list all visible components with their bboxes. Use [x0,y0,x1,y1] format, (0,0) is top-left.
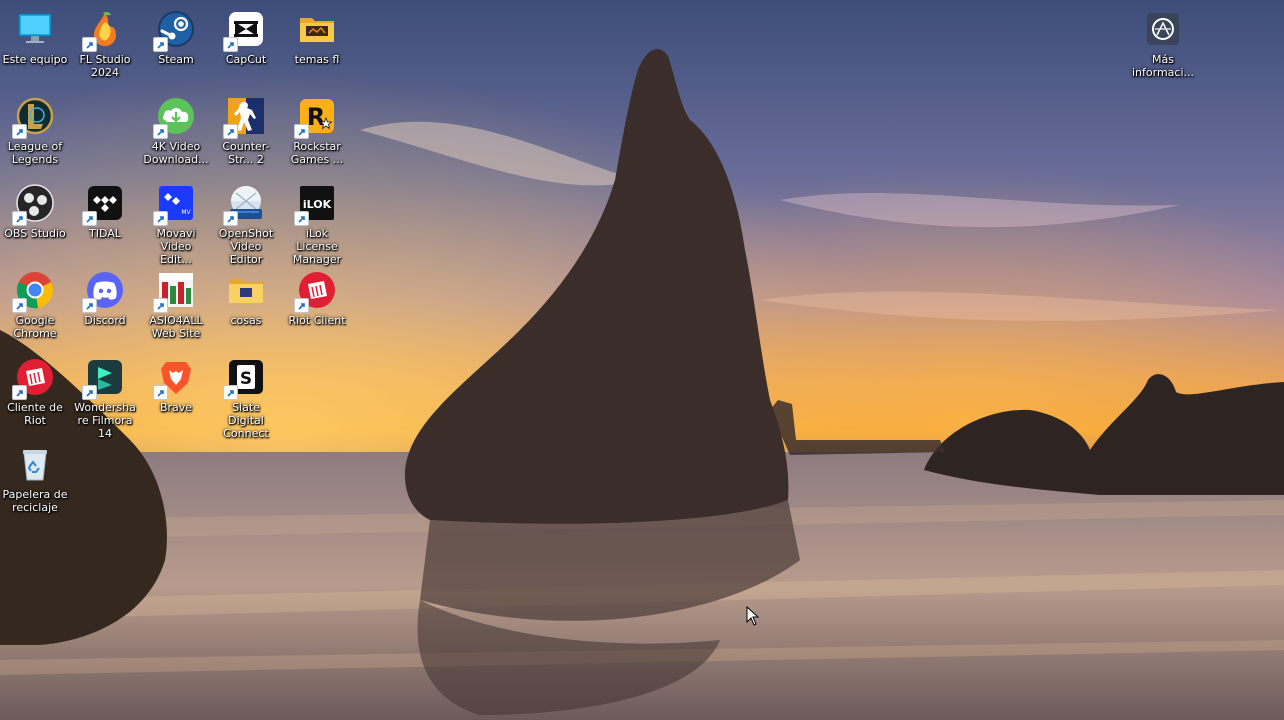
desktop-icon-label: 4K Video Download... [143,140,209,166]
shortcut-arrow-icon [223,211,238,226]
desktop-icon-folder-cosas[interactable]: cosas [213,269,279,327]
desktop-icon-capcut[interactable]: CapCut [213,8,279,66]
shortcut-arrow-icon [82,385,97,400]
shortcut-arrow-icon [82,298,97,313]
desktop-icon-league-of-legends[interactable]: League of Legends [2,95,68,166]
desktop-icon-label: Steam [158,53,194,66]
desktop-icon-google-chrome[interactable]: Google Chrome [2,269,68,340]
svg-text:iLOK: iLOK [303,198,332,211]
desktop-icon-folder-temas-fl[interactable]: temas fl [284,8,350,66]
shortcut-arrow-icon [12,211,27,226]
desktop-icon-rockstar-games[interactable]: R Rockstar Games ... [284,95,350,166]
camera-info-icon [1147,13,1179,45]
desktop-icon-label: Este equipo [2,53,68,66]
desktop-icon-riot-client[interactable]: Riot Client [284,269,350,327]
desktop-icon-label: Counter-Str... 2 [222,140,270,166]
shortcut-arrow-icon [153,124,168,139]
shortcut-arrow-icon [294,211,309,226]
desktop-icon-slate-digital-connect[interactable]: S Slate Digital Connect [213,356,279,440]
shortcut-arrow-icon [82,37,97,52]
shortcut-arrow-icon [223,385,238,400]
desktop-icon-brave[interactable]: Brave [143,356,209,414]
desktop-icon-discord[interactable]: Discord [72,269,138,327]
desktop-icon-label: Wondershare Filmora 14 [74,401,136,440]
desktop-icon-label: Cliente de Riot [7,401,63,427]
folder-icon [229,279,263,303]
computer-icon [18,13,52,43]
desktop-icon-label: FL Studio 2024 [79,53,131,79]
svg-text:R: R [307,103,325,131]
desktop-icon-label: Movavi Video Edit... [156,227,196,266]
desktop-icon-obs-studio[interactable]: OBS Studio [2,182,68,240]
desktop-icon-label: Discord [84,314,126,327]
shortcut-arrow-icon [12,124,27,139]
desktop-icon-label: temas fl [294,53,340,66]
desktop-icon-fl-studio[interactable]: FL Studio 2024 [72,8,138,79]
shortcut-arrow-icon [12,298,27,313]
desktop-icon-label: Papelera de reciclaje [2,488,68,514]
desktop-icon-cliente-de-riot[interactable]: Cliente de Riot [2,356,68,427]
learn-more-label: Más informaci... [1131,53,1194,79]
desktop-icon-label: iLok License Manager [292,227,342,266]
desktop-icon-label: ASIO4ALL Web Site [149,314,203,340]
svg-text:S: S [240,369,252,389]
desktop-icon-tidal[interactable]: TIDAL [72,182,138,240]
shortcut-arrow-icon [294,124,309,139]
desktop-icon-label: Brave [159,401,193,414]
desktop-icon-label: OpenShot Video Editor [218,227,274,266]
desktop-icon-this-pc[interactable]: Este equipo [2,8,68,66]
desktop-icon-label: cosas [230,314,262,327]
recycle-bin-icon [23,450,47,481]
desktop-icon-label: CapCut [225,53,267,66]
shortcut-arrow-icon [153,37,168,52]
desktop-icon-label: Slate Digital Connect [223,401,269,440]
desktop-icon-asio4all-web-site[interactable]: ASIO4ALL Web Site [143,269,209,340]
desktop-icon-steam[interactable]: Steam [143,8,209,66]
learn-more-about-picture-button[interactable]: Más informaci... [1128,8,1198,79]
desktop-icon-wondershare-filmora[interactable]: Wondershare Filmora 14 [72,356,138,440]
shortcut-arrow-icon [12,385,27,400]
shortcut-arrow-icon [223,124,238,139]
desktop-icon-4k-video-downloader[interactable]: 4K Video Download... [143,95,209,166]
shortcut-arrow-icon [223,37,238,52]
mouse-cursor-icon [746,606,760,626]
desktop-icon-label: TIDAL [89,227,121,240]
shortcut-arrow-icon [153,298,168,313]
shortcut-arrow-icon [294,298,309,313]
desktop-icon-label: Rockstar Games ... [290,140,344,166]
desktop-icon-ilok-license-manager[interactable]: iLOK iLok License Manager [284,182,350,266]
desktop-icon-recycle-bin[interactable]: Papelera de reciclaje [2,443,68,514]
shortcut-arrow-icon [82,211,97,226]
desktop-icon-label: Google Chrome [13,314,57,340]
desktop-icon-label: OBS Studio [4,227,66,240]
folder-icon [300,18,334,42]
desktop-icon-movavi-video-editor[interactable]: MV Movavi Video Edit... [143,182,209,266]
desktop-icon-label: League of Legends [7,140,63,166]
desktop-icon-counter-strike-2[interactable]: Counter-Str... 2 [213,95,279,166]
desktop-icon-label: Riot Client [288,314,346,327]
desktop-icon-openshot-video-editor[interactable]: OpenShot Video Editor [213,182,279,266]
svg-text:MV: MV [181,209,191,216]
shortcut-arrow-icon [153,211,168,226]
shortcut-arrow-icon [153,385,168,400]
